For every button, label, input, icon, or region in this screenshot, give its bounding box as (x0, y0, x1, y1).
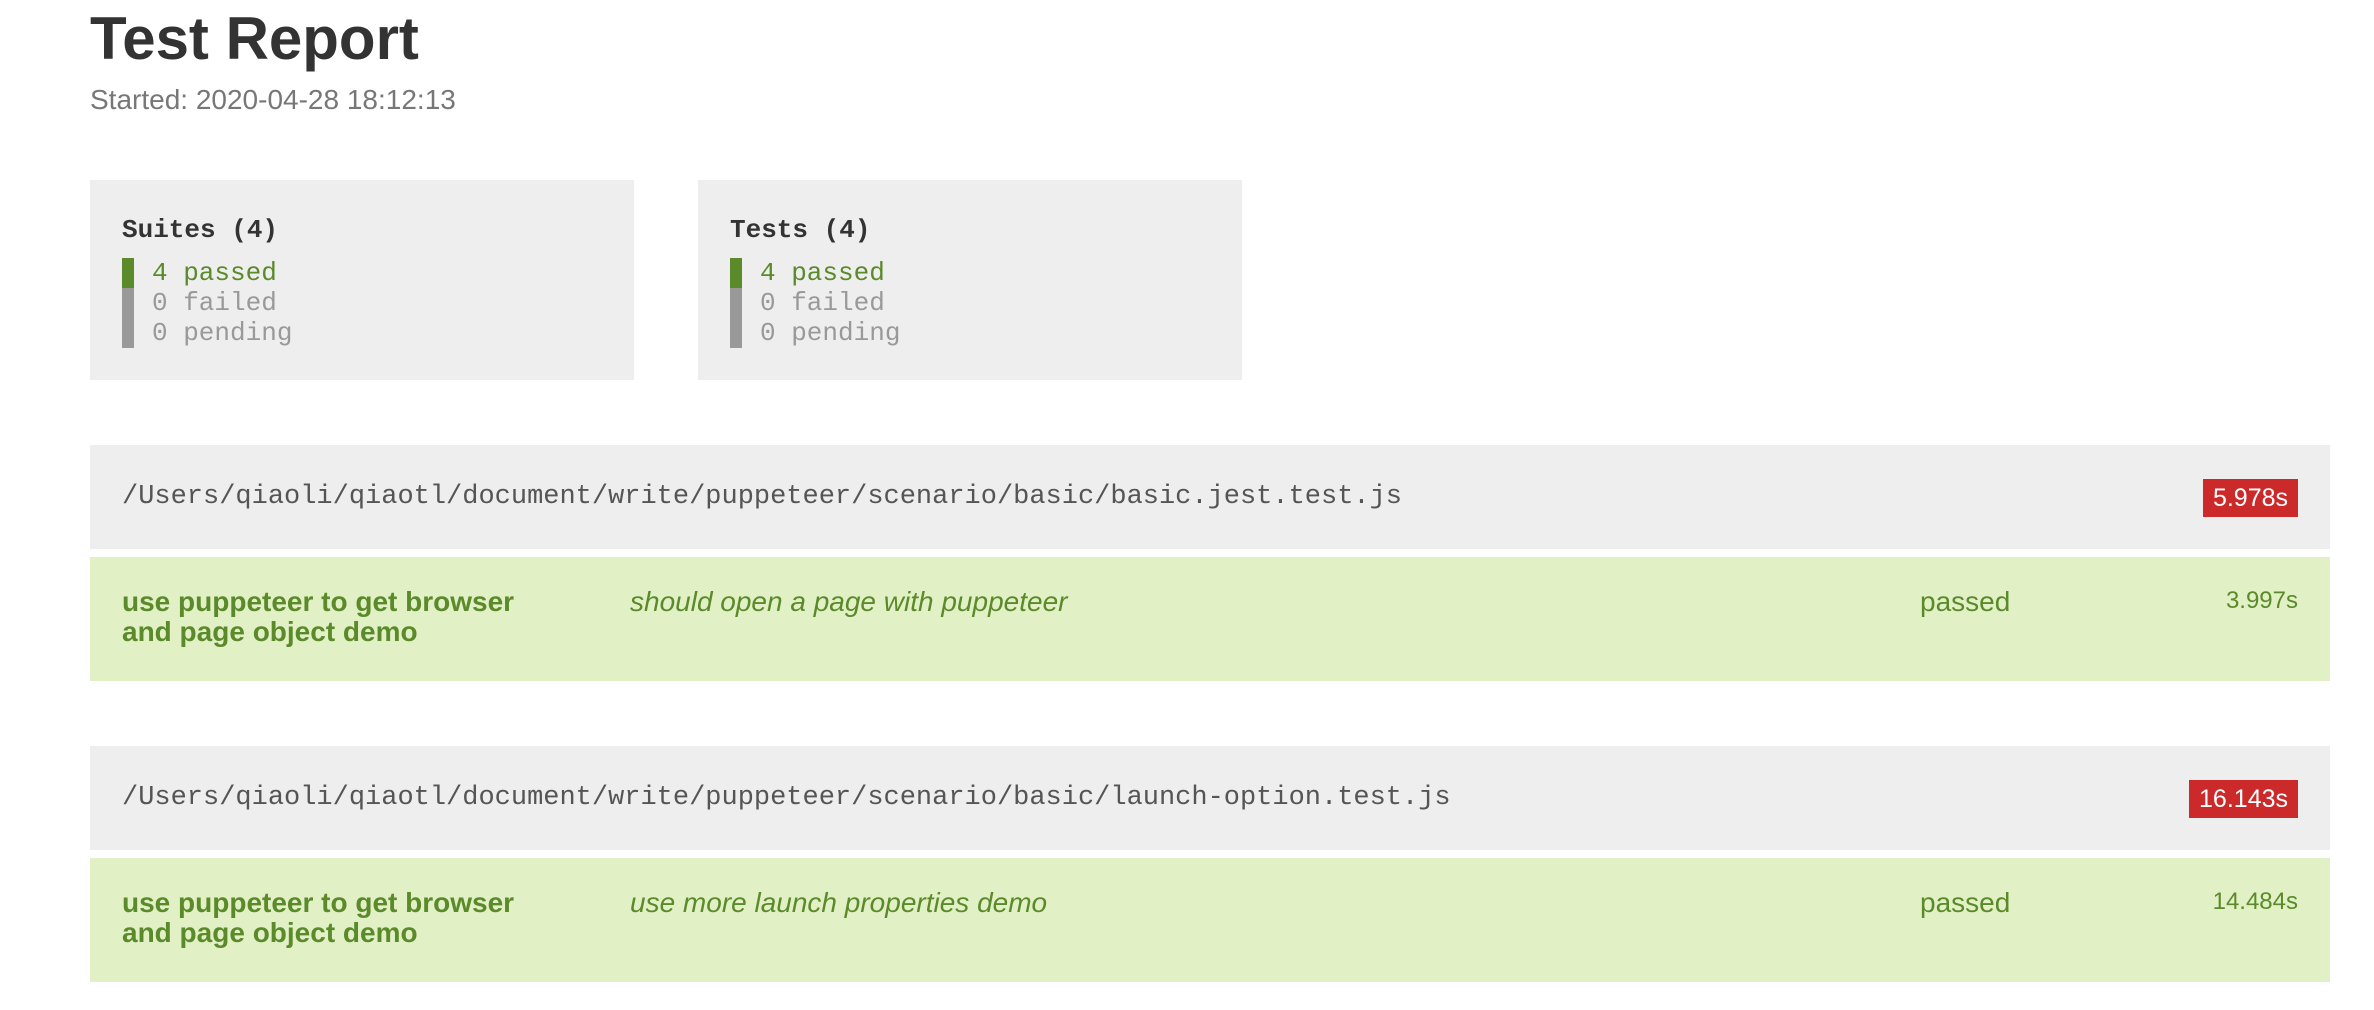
failed-bar (730, 288, 742, 318)
suites-summary-list: 4 passed 0 failed 0 pending (122, 258, 292, 348)
suite-header: /Users/qiaoli/qiaotl/document/write/pupp… (90, 445, 2330, 549)
suite-file-path: /Users/qiaoli/qiaotl/document/write/pupp… (122, 783, 1451, 813)
started-timestamp: Started: 2020-04-28 18:12:13 (90, 84, 456, 115)
tests-pending-label: 0 pending (760, 318, 901, 348)
suites-failed-count: 0 failed (122, 288, 292, 318)
suite-time-badge: 16.143s (2189, 780, 2298, 818)
test-title: should open a page with puppeteer (630, 586, 1068, 617)
suite-time-badge: 5.978s (2202, 479, 2298, 517)
test-duration: 3.997s (2225, 587, 2298, 614)
tests-summary-list: 4 passed 0 failed 0 pending (730, 258, 900, 348)
suites-passed-label: 4 passed (152, 258, 277, 288)
test-status: passed (1920, 887, 2011, 918)
tests-failed-count: 0 failed (730, 288, 900, 318)
tests-summary-panel: Tests (4) 4 passed 0 failed 0 pending (698, 180, 1242, 380)
test-suite-name: use puppeteer to get browser and page ob… (122, 887, 515, 948)
failed-bar (122, 288, 134, 318)
pending-bar (730, 318, 742, 348)
tests-pending-count: 0 pending (730, 318, 900, 348)
test-result-row: use puppeteer to get browser and page ob… (90, 557, 2330, 681)
suites-summary-panel: Suites (4) 4 passed 0 failed 0 pending (90, 180, 634, 380)
suites-summary-title: Suites (4) (122, 215, 279, 245)
test-result-row: use puppeteer to get browser and page ob… (90, 858, 2330, 982)
test-suite-name: use puppeteer to get browser and page ob… (122, 586, 515, 647)
tests-summary-title: Tests (4) (730, 215, 871, 245)
suites-pending-label: 0 pending (152, 318, 293, 348)
passed-bar (122, 258, 134, 288)
suite-file-path: /Users/qiaoli/qiaotl/document/write/pupp… (122, 482, 1403, 512)
page-title: Test Report (90, 5, 419, 72)
test-report-page: Test Report Started: 2020-04-28 18:12:13… (0, 0, 2374, 1010)
tests-failed-label: 0 failed (760, 288, 885, 318)
suites-pending-count: 0 pending (122, 318, 292, 348)
test-status: passed (1920, 586, 2011, 617)
tests-passed-label: 4 passed (760, 258, 885, 288)
suites-failed-label: 0 failed (152, 288, 277, 318)
test-duration: 14.484s (2212, 888, 2298, 915)
suites-passed-count: 4 passed (122, 258, 292, 288)
passed-bar (730, 258, 742, 288)
tests-passed-count: 4 passed (730, 258, 900, 288)
suite-header: /Users/qiaoli/qiaotl/document/write/pupp… (90, 746, 2330, 850)
test-title: use more launch properties demo (630, 887, 1048, 918)
pending-bar (122, 318, 134, 348)
